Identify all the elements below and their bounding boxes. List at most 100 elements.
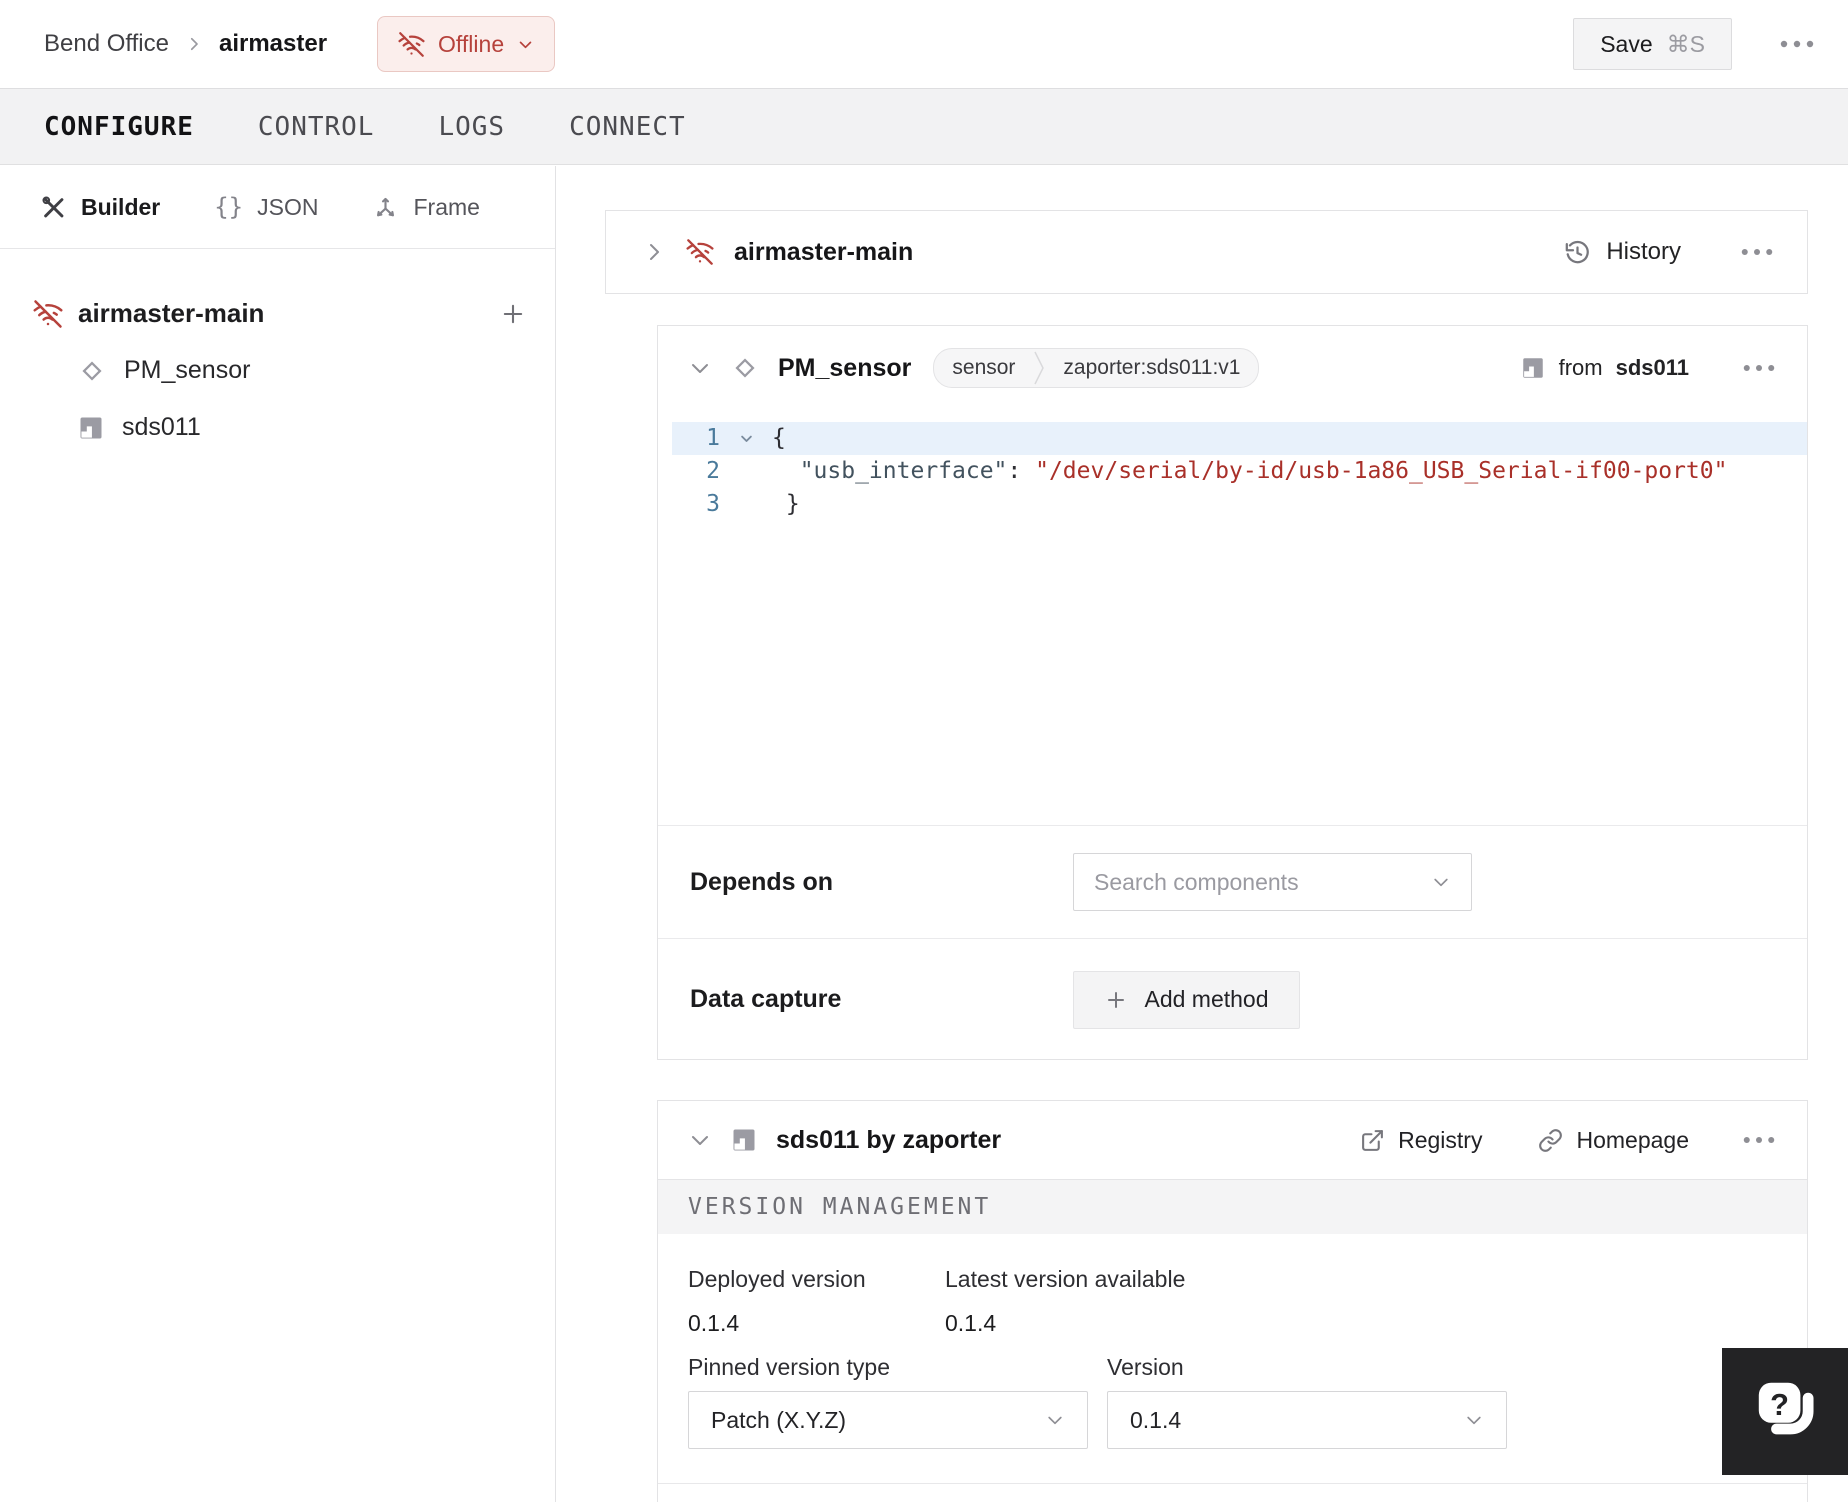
machine-part-card: airmaster-main History xyxy=(605,210,1808,294)
code-line: 1 { xyxy=(672,422,1807,455)
breadcrumb-org[interactable]: Bend Office xyxy=(44,30,169,58)
help-button[interactable]: ? xyxy=(1722,1348,1848,1475)
module-title: sds011 by zaporter xyxy=(776,1125,1002,1154)
config-sidebar: Builder {} JSON Frame airmaster-main PM_… xyxy=(0,166,556,1502)
wifi-off-icon xyxy=(398,31,425,58)
from-label: from xyxy=(1558,355,1603,380)
pill-divider-chevron xyxy=(1033,349,1045,387)
line-number: 3 xyxy=(706,491,720,517)
tab-control[interactable]: CONTROL xyxy=(258,112,375,142)
save-button[interactable]: Save ⌘S xyxy=(1573,18,1732,70)
machine-config-page: Bend Office airmaster Offline Save ⌘S CO… xyxy=(0,0,1848,1502)
history-button[interactable]: History xyxy=(1558,237,1687,267)
code-colon: : xyxy=(1007,458,1036,484)
registry-link[interactable]: Registry xyxy=(1354,1126,1488,1155)
external-link-icon xyxy=(1360,1128,1385,1153)
component-tree: airmaster-main PM_sensor sds011 xyxy=(0,249,555,456)
version-management-body: Deployed version 0.1.4 Latest version av… xyxy=(658,1234,1807,1484)
chevron-down-icon xyxy=(1045,1410,1065,1430)
module-icon xyxy=(1520,355,1546,381)
plus-icon xyxy=(1104,988,1128,1012)
chevron-down-icon xyxy=(1464,1410,1484,1430)
mode-frame[interactable]: Frame xyxy=(372,194,480,221)
help-question-icon: ? xyxy=(1748,1375,1822,1449)
tree-item-machine-part[interactable]: airmaster-main xyxy=(0,285,555,342)
depends-on-label: Depends on xyxy=(690,867,834,896)
data-capture-label: Data capture xyxy=(690,985,842,1013)
braces-icon: {} xyxy=(214,193,244,221)
tree-module-label: sds011 xyxy=(122,413,201,441)
tab-configure[interactable]: CONFIGURE xyxy=(44,112,194,142)
tree-item-module[interactable]: sds011 xyxy=(0,399,555,456)
homepage-label: Homepage xyxy=(1576,1126,1689,1153)
component-type-tag: sensor xyxy=(952,356,1016,379)
pinned-version-type-label: Pinned version type xyxy=(688,1354,891,1380)
expand-chevron-right-icon[interactable] xyxy=(640,238,668,266)
part-card-menu-button[interactable] xyxy=(1737,244,1777,260)
mode-json[interactable]: {} JSON xyxy=(214,193,318,221)
add-method-button[interactable]: Add method xyxy=(1073,970,1300,1029)
code-text: } xyxy=(772,491,800,517)
module-header-actions: Registry Homepage xyxy=(1354,1126,1779,1155)
code-string-value: "/dev/serial/by-id/usb-1a86_USB_Serial-i… xyxy=(1035,458,1728,484)
version-value: 0.1.4 xyxy=(1130,1406,1182,1433)
depends-on-placeholder: Search components xyxy=(1094,868,1299,895)
tree-item-component[interactable]: PM_sensor xyxy=(0,342,555,399)
code-line: 3 } xyxy=(672,488,1807,521)
ellipsis-icon xyxy=(1780,40,1814,48)
history-label: History xyxy=(1606,238,1681,265)
tree-component-label: PM_sensor xyxy=(124,356,251,384)
mode-json-label: JSON xyxy=(257,193,319,220)
version-label: Version xyxy=(1107,1354,1184,1380)
frame-axes-icon xyxy=(372,194,399,221)
chevron-down-icon xyxy=(1431,872,1451,892)
deployed-version-value: 0.1.4 xyxy=(688,1310,740,1336)
tab-logs[interactable]: LOGS xyxy=(438,112,505,142)
save-label: Save xyxy=(1600,30,1653,57)
history-clock-icon xyxy=(1564,239,1591,266)
deployed-version-label: Deployed version xyxy=(688,1266,866,1292)
component-diamond-icon xyxy=(77,356,107,386)
wifi-off-icon xyxy=(33,299,63,329)
tab-connect[interactable]: CONNECT xyxy=(569,112,686,142)
homepage-link[interactable]: Homepage xyxy=(1532,1126,1695,1155)
mode-builder[interactable]: Builder xyxy=(40,194,160,221)
svg-text:?: ? xyxy=(1770,1386,1789,1421)
fold-toggle[interactable] xyxy=(720,422,772,455)
collapse-chevron-down-icon[interactable] xyxy=(686,354,714,382)
component-card-menu-button[interactable] xyxy=(1739,360,1779,376)
module-card: sds011 by zaporter Registry Homepage VER… xyxy=(657,1100,1808,1502)
add-component-button[interactable] xyxy=(495,296,531,332)
tools-icon xyxy=(40,194,67,221)
from-module-name: sds011 xyxy=(1615,355,1689,380)
ellipsis-icon xyxy=(1743,364,1775,372)
depends-on-select[interactable]: Search components xyxy=(1073,853,1472,911)
component-card: PM_sensor sensor zaporter:sds011:v1 from… xyxy=(657,325,1808,1060)
data-capture-section: Data capture Add method xyxy=(658,938,1807,1060)
module-card-menu-button[interactable] xyxy=(1739,1132,1779,1148)
machine-status-badge[interactable]: Offline xyxy=(377,16,556,72)
pinned-version-type-select[interactable]: Patch (X.Y.Z) xyxy=(688,1391,1088,1449)
module-icon xyxy=(77,414,105,442)
part-card-title: airmaster-main xyxy=(734,237,914,266)
config-main-panel: airmaster-main History PM_sensor sensor … xyxy=(556,166,1848,1502)
module-icon xyxy=(730,1126,758,1154)
chevron-right-icon xyxy=(185,35,203,53)
module-card-header: sds011 by zaporter Registry Homepage xyxy=(658,1101,1807,1179)
component-title: PM_sensor xyxy=(778,353,912,382)
latest-version-value: 0.1.4 xyxy=(945,1310,997,1336)
collapse-chevron-down-icon[interactable] xyxy=(686,1126,714,1154)
from-module-indicator: from sds011 xyxy=(1520,355,1689,381)
pinned-version-type-value: Patch (X.Y.Z) xyxy=(711,1406,847,1433)
tree-part-label: airmaster-main xyxy=(78,298,265,328)
header-overflow-menu-button[interactable] xyxy=(1774,34,1820,54)
ellipsis-icon xyxy=(1743,1136,1775,1144)
registry-label: Registry xyxy=(1398,1126,1483,1153)
main-tabbar: CONFIGURE CONTROL LOGS CONNECT xyxy=(0,88,1848,165)
version-select[interactable]: 0.1.4 xyxy=(1107,1391,1507,1449)
code-key: "usb_interface" xyxy=(772,458,1008,484)
version-management-title: VERSION MANAGEMENT xyxy=(688,1194,992,1220)
attributes-json-editor[interactable]: 1 { 2 "usb_interface": "/dev/serial/by-i… xyxy=(658,410,1807,825)
